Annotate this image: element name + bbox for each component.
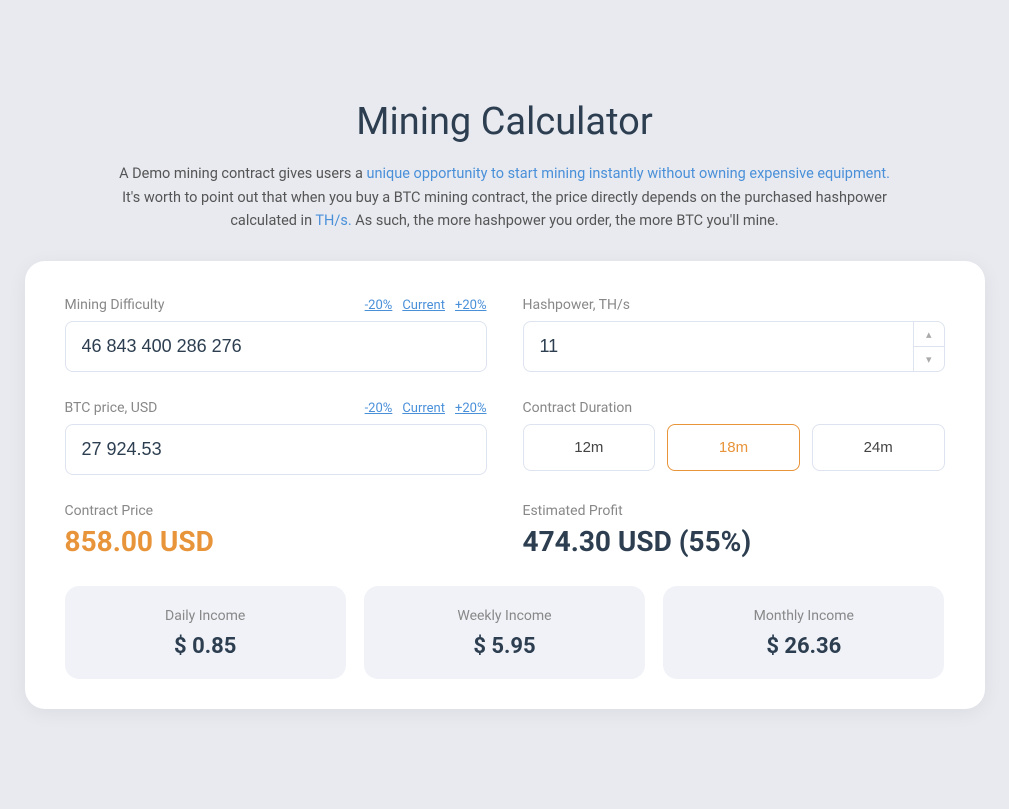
hashpower-group: Hashpower, TH/s ▴ ▾ [523,297,945,372]
hashpower-label-row: Hashpower, TH/s [523,297,945,313]
highlight-text-2: TH/s. [315,212,351,229]
daily-income-value: $ 0.85 [81,634,330,659]
btc-price-input[interactable] [66,425,486,474]
btc-price-plus20[interactable]: +20% [455,401,487,416]
contract-duration-label-row: Contract Duration [523,400,945,416]
mining-difficulty-input[interactable] [66,322,486,371]
calculator-card: Mining Difficulty -20% Current +20% Hash… [25,261,985,709]
btc-price-current[interactable]: Current [402,401,445,416]
btc-price-group: BTC price, USD -20% Current +20% [65,400,487,475]
btc-price-input-wrapper [65,424,487,475]
hashpower-decrement-button[interactable]: ▾ [914,347,944,371]
highlight-text-1: unique opportunity to start mining insta… [367,165,890,182]
btc-price-modifiers: -20% Current +20% [365,401,487,416]
contract-duration-label: Contract Duration [523,400,633,416]
income-cards-row: Daily Income $ 0.85 Weekly Income $ 5.95… [65,586,945,679]
duration-12m-button[interactable]: 12m [523,424,656,471]
contract-duration-buttons: 12m 18m 24m [523,424,945,471]
page-title: Mining Calculator [25,100,985,144]
mining-difficulty-group: Mining Difficulty -20% Current +20% [65,297,487,372]
mining-difficulty-plus20[interactable]: +20% [455,298,487,313]
hashpower-input-wrapper: ▴ ▾ [523,321,945,372]
daily-income-label: Daily Income [81,608,330,624]
monthly-income-label: Monthly Income [679,608,928,624]
fields-row-1: Mining Difficulty -20% Current +20% Hash… [65,297,945,372]
weekly-income-label: Weekly Income [380,608,629,624]
weekly-income-value: $ 5.95 [380,634,629,659]
monthly-income-card: Monthly Income $ 26.36 [663,586,944,679]
page-container: Mining Calculator A Demo mining contract… [25,100,985,710]
btc-price-label: BTC price, USD [65,400,158,416]
fields-row-2: BTC price, USD -20% Current +20% Contrac… [65,400,945,475]
mining-difficulty-modifiers: -20% Current +20% [365,298,487,313]
hashpower-increment-button[interactable]: ▴ [914,322,944,347]
mining-difficulty-label-row: Mining Difficulty -20% Current +20% [65,297,487,313]
daily-income-card: Daily Income $ 0.85 [65,586,346,679]
mining-difficulty-current[interactable]: Current [402,298,445,313]
weekly-income-card: Weekly Income $ 5.95 [364,586,645,679]
mining-difficulty-input-wrapper [65,321,487,372]
btc-price-label-row: BTC price, USD -20% Current +20% [65,400,487,416]
contract-price-group: Contract Price 858.00 USD [65,503,487,558]
contract-price-label: Contract Price [65,503,487,519]
summary-row: Contract Price 858.00 USD Estimated Prof… [65,503,945,558]
estimated-profit-group: Estimated Profit 474.30 USD (55%) [523,503,945,558]
hashpower-label: Hashpower, TH/s [523,297,631,313]
duration-18m-button[interactable]: 18m [667,424,800,471]
hashpower-spinner: ▴ ▾ [913,322,944,371]
estimated-profit-label: Estimated Profit [523,503,945,519]
contract-price-value: 858.00 USD [65,525,487,558]
estimated-profit-value: 474.30 USD (55%) [523,525,945,558]
monthly-income-value: $ 26.36 [679,634,928,659]
duration-24m-button[interactable]: 24m [812,424,945,471]
mining-difficulty-minus20[interactable]: -20% [365,298,393,313]
contract-duration-group: Contract Duration 12m 18m 24m [523,400,945,475]
btc-price-minus20[interactable]: -20% [365,401,393,416]
hashpower-input[interactable] [524,322,913,371]
page-description: A Demo mining contract gives users a uni… [115,162,895,234]
mining-difficulty-label: Mining Difficulty [65,297,165,313]
